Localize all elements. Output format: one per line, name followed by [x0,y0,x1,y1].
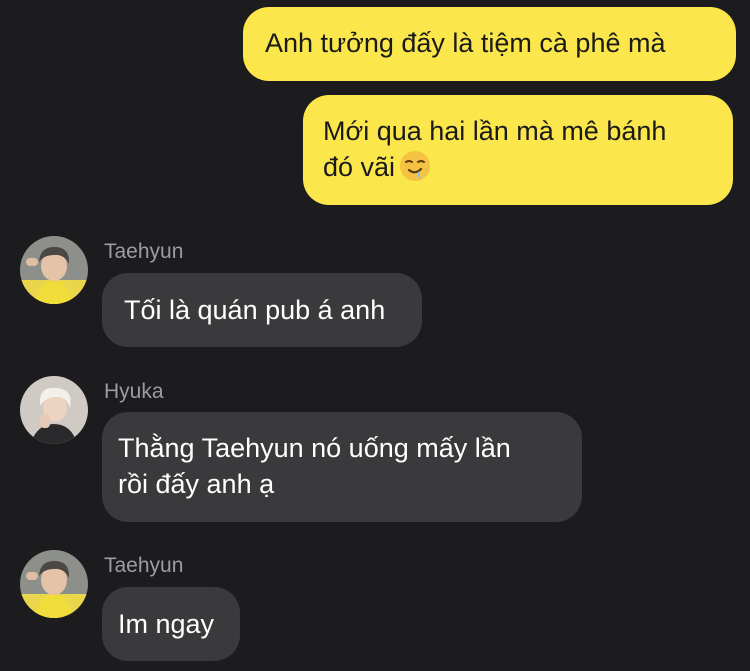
drooling-face-emoji-icon [399,150,431,191]
sender-name: Taehyun [104,554,184,577]
sender-name: Taehyun [104,240,184,263]
taehyun-avatar[interactable] [20,550,88,618]
message-text: Thằng Taehyun nó uống mấy lần [118,433,511,463]
message-text: Im ngay [118,609,215,639]
message-text: đó vãi [323,149,713,191]
outgoing-message-bubble[interactable]: Anh tưởng đấy là tiệm cà phê mà [243,7,736,81]
message-text: Tối là quán pub á anh [124,295,386,325]
message-text: Mới qua hai lần mà mê bánh [323,116,667,146]
incoming-message-bubble[interactable]: Im ngay [102,587,240,661]
taehyun-avatar[interactable] [20,236,88,304]
outgoing-message-bubble[interactable]: Mới qua hai lần mà mê bánh đó vãi [303,95,733,205]
message-text: rồi đấy anh ạ [118,469,275,499]
hyuka-avatar[interactable] [20,376,88,444]
incoming-message-bubble[interactable]: Thằng Taehyun nó uống mấy lần rồi đấy an… [102,412,582,522]
message-text: Anh tưởng đấy là tiệm cà phê mà [265,28,666,58]
sender-name: Hyuka [104,380,164,403]
incoming-message-bubble[interactable]: Tối là quán pub á anh [102,273,422,347]
